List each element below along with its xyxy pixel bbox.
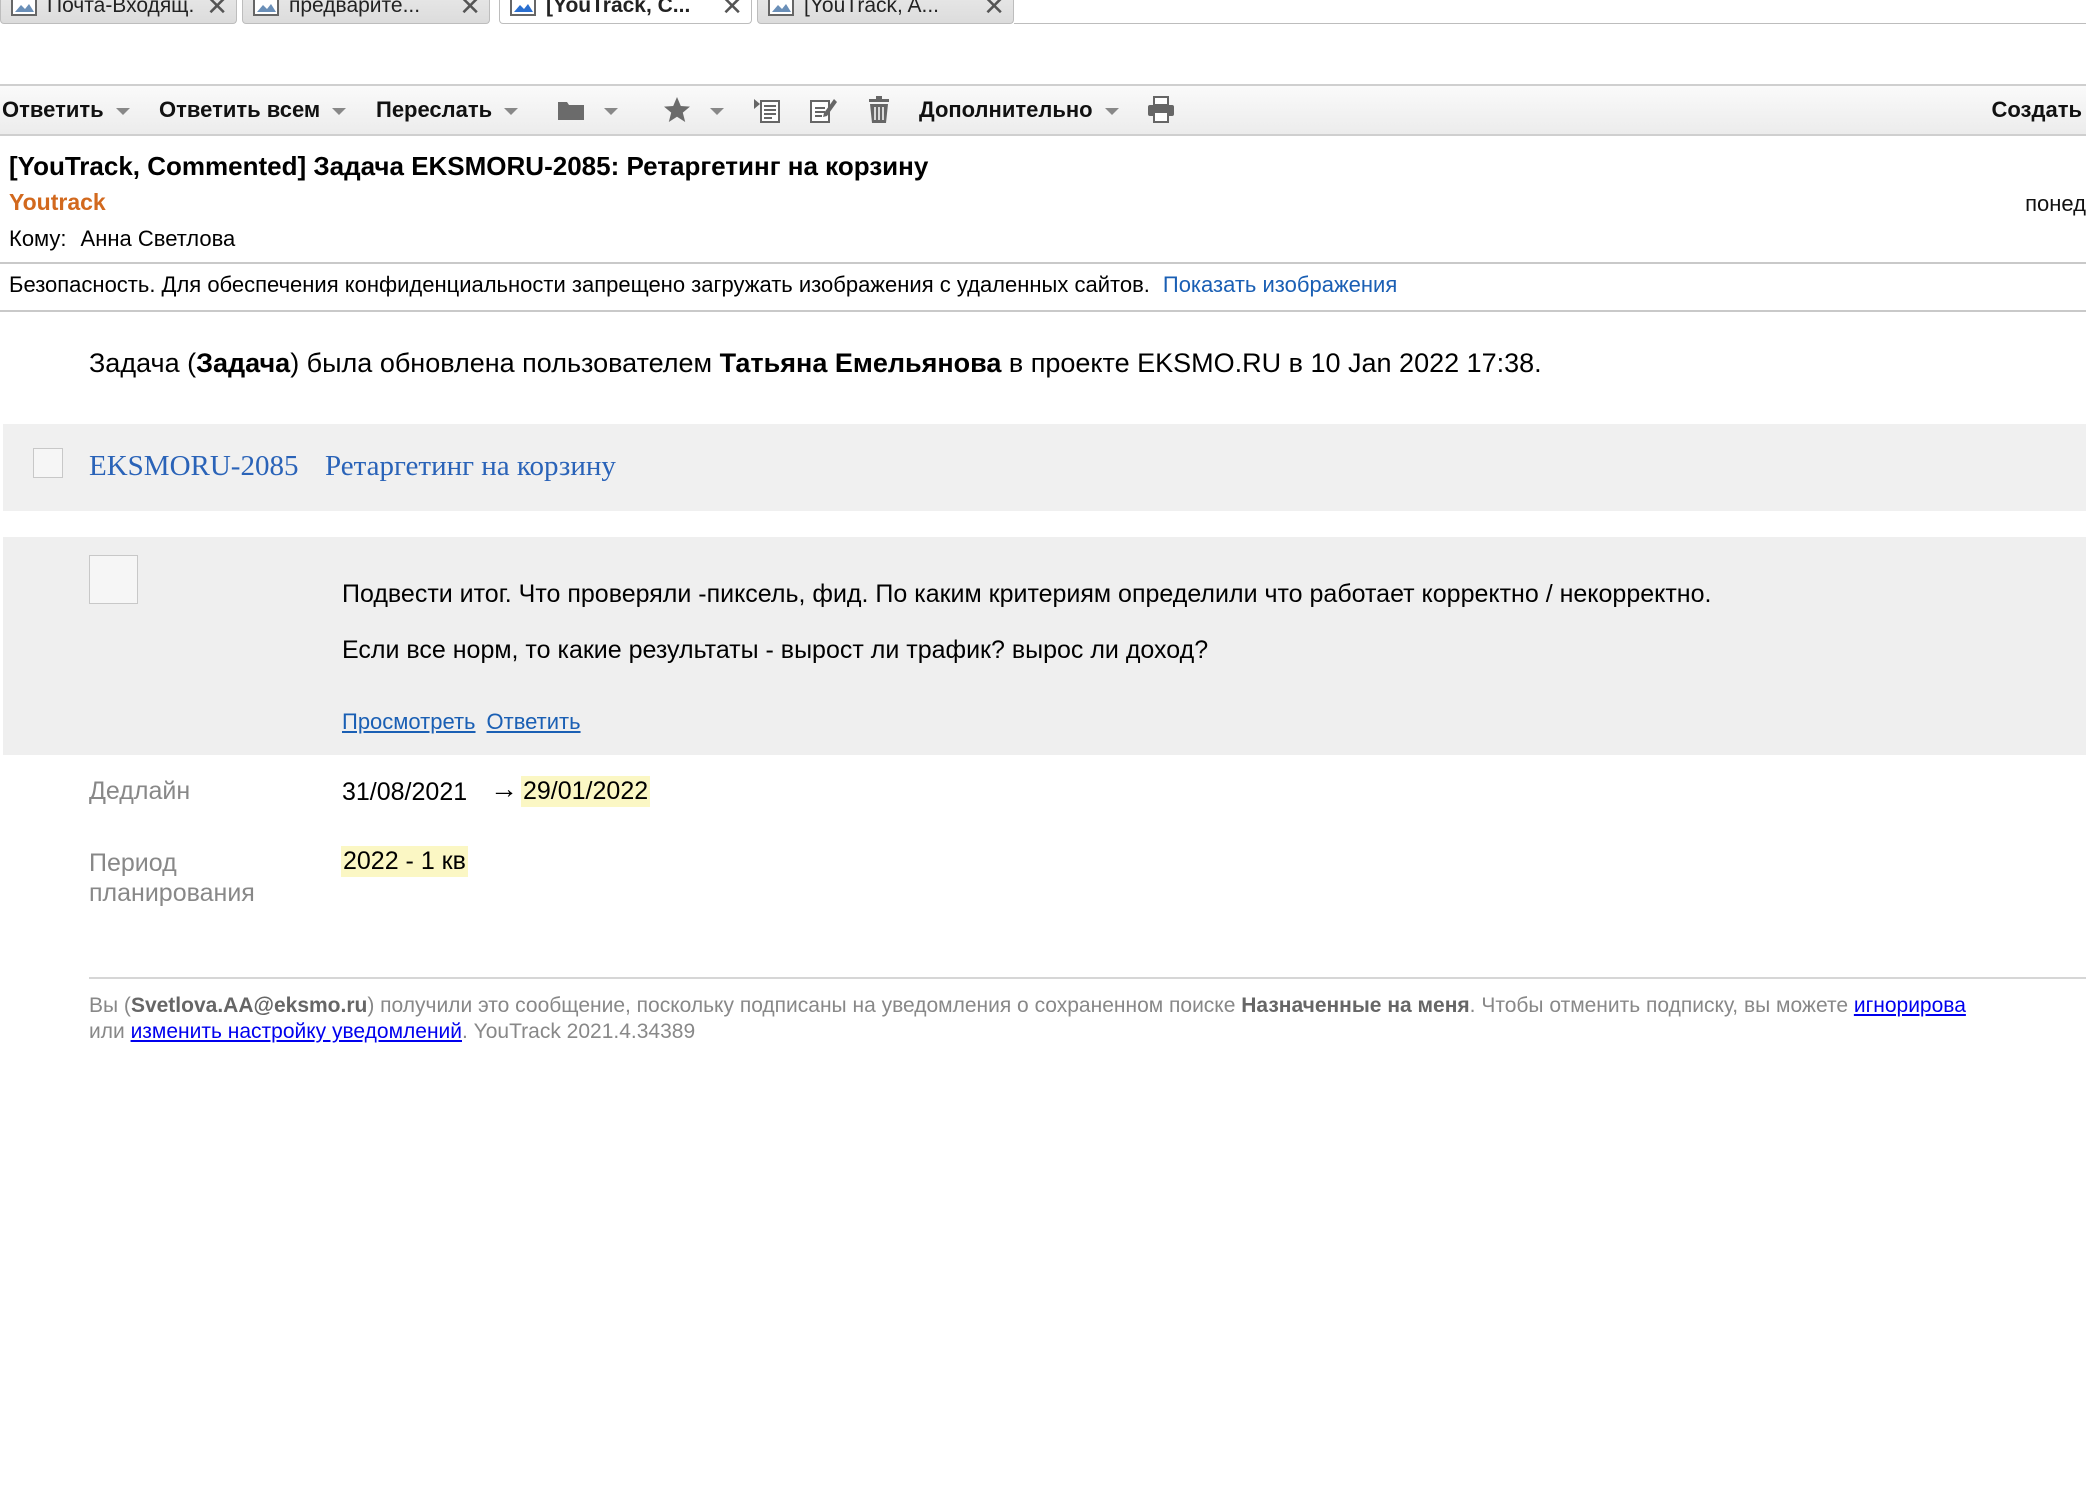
close-icon[interactable]: ✕ xyxy=(206,0,228,19)
footer-line-1: Вы (Svetlova.AA@eksmo.ru) получили это с… xyxy=(89,993,2086,1019)
security-notice: Безопасность. Для обеспечения конфиденци… xyxy=(9,272,1397,298)
footer-text: . YouTrack 2021.4.34389 xyxy=(462,1020,696,1043)
chevron-down-icon[interactable] xyxy=(115,107,130,115)
show-images-link[interactable]: Показать изображения xyxy=(1163,272,1397,297)
tab-youtrack-a[interactable]: [YouTrack, A... ✕ xyxy=(757,0,1014,24)
footer-text: . Чтобы отменить подписку, вы можете xyxy=(1469,994,1854,1017)
image-icon xyxy=(510,0,536,16)
more-button[interactable]: Дополнительно xyxy=(919,86,1119,134)
comment-text: Подвести итог. Что проверяли -пиксель, ф… xyxy=(342,580,1712,608)
avatar xyxy=(89,555,138,604)
footer-text: ) получили это сообщение, поскольку подп… xyxy=(367,994,1242,1017)
tab-inbox[interactable]: Почта-Входящ... ✕ xyxy=(0,0,237,24)
move-icon xyxy=(754,99,780,123)
reply-comment-link[interactable]: Ответить xyxy=(487,709,581,734)
forward-label: Переслать xyxy=(376,97,493,122)
footer-text: Вы ( xyxy=(89,994,131,1017)
tab-preview[interactable]: предварите... ✕ xyxy=(242,0,490,24)
image-icon xyxy=(253,0,279,16)
close-icon[interactable]: ✕ xyxy=(459,0,481,19)
reply-label: Ответить xyxy=(2,97,104,122)
intro-text: ) была обновлена пользователем xyxy=(290,348,720,378)
print-icon xyxy=(1148,96,1174,123)
issue-header: EKSMORU-2085 Ретаргетинг на корзину xyxy=(3,424,2086,511)
intro-text: в проекте EKSMO.RU в 10 Jan 2022 17:38. xyxy=(1001,348,1542,378)
folder-icon xyxy=(558,102,584,120)
to-label: Кому: xyxy=(9,226,67,251)
comment-actions: Просмотреть Ответить xyxy=(342,709,592,735)
header-divider xyxy=(0,310,2086,312)
forward-button[interactable]: Переслать xyxy=(376,86,519,134)
recipient-email: Svetlova.AA@eksmo.ru xyxy=(130,994,368,1017)
tab-label: [YouTrack, A... xyxy=(804,0,940,17)
tab-label: [YouTrack, C... xyxy=(546,0,691,17)
message-sender[interactable]: Youtrack xyxy=(9,189,106,216)
issue-image-placeholder xyxy=(33,448,63,478)
ignore-link[interactable]: игнорирова xyxy=(1854,994,1966,1017)
update-intro: Задача (Задача) была обновлена пользоват… xyxy=(89,348,1542,379)
chevron-down-icon[interactable] xyxy=(710,107,724,115)
notification-footer: Вы (Svetlova.AA@eksmo.ru) получили это с… xyxy=(89,993,2086,1045)
chevron-down-icon[interactable] xyxy=(332,107,347,115)
to-value[interactable]: Анна Светлова xyxy=(81,226,236,251)
print-button[interactable] xyxy=(1146,86,1176,134)
intro-text: Задача ( xyxy=(89,348,197,378)
chevron-down-icon[interactable] xyxy=(504,107,519,115)
saved-search-name: Назначенные на меня xyxy=(1241,994,1470,1017)
reply-all-button[interactable]: Ответить всем xyxy=(159,86,347,134)
tab-label: предварите... xyxy=(289,0,421,17)
tab-youtrack-commented[interactable]: [YouTrack, C... ✕ xyxy=(499,0,752,24)
create-label: Создать xyxy=(1991,97,2082,122)
view-comment-link[interactable]: Просмотреть xyxy=(342,709,476,734)
move-to-folder-button[interactable] xyxy=(556,86,618,134)
header-divider xyxy=(0,262,2086,264)
reply-button[interactable]: Ответить xyxy=(2,86,130,134)
star-icon xyxy=(664,97,690,122)
deadline-label: Дедлайн xyxy=(89,777,191,805)
comment-text: Если все норм, то какие результаты - выр… xyxy=(342,636,1209,664)
planning-period-value: 2022 - 1 кв xyxy=(341,846,468,877)
edit-button[interactable] xyxy=(808,86,838,134)
notification-settings-link[interactable]: изменить настройку уведомлений xyxy=(131,1020,462,1043)
image-icon xyxy=(11,0,37,16)
issue-type: Задача xyxy=(196,348,291,378)
message-recipient: Кому: Анна Светлова xyxy=(9,226,235,252)
trash-icon xyxy=(869,96,889,123)
deadline-old-value: 31/08/2021 xyxy=(342,778,468,806)
updated-by-user: Татьяна Емельянова xyxy=(719,348,1002,378)
chevron-down-icon[interactable] xyxy=(1104,107,1119,115)
issue-title-link[interactable]: Ретаргетинг на корзину xyxy=(325,450,616,483)
message-toolbar: Ответить Ответить всем Переслать Дополни… xyxy=(0,84,2086,136)
footer-divider xyxy=(89,977,2086,979)
security-text: Безопасность. Для обеспечения конфиденци… xyxy=(9,272,1150,297)
reply-all-label: Ответить всем xyxy=(159,97,321,122)
tab-label: Почта-Входящ... xyxy=(47,0,197,17)
create-button[interactable]: Создать xyxy=(1992,86,2082,134)
delete-button[interactable] xyxy=(864,86,894,134)
flag-button[interactable] xyxy=(662,86,724,134)
arrow-right-icon: → xyxy=(490,773,518,804)
tab-strip: Почта-Входящ... ✕ предварите... ✕ [YouTr… xyxy=(0,0,2086,25)
message-subject: [YouTrack, Commented] Задача EKSMORU-208… xyxy=(9,151,929,181)
move-button[interactable] xyxy=(752,86,782,134)
image-icon xyxy=(768,0,794,16)
tab-strip-divider xyxy=(1014,23,2086,24)
message-date: понед xyxy=(2025,191,2086,216)
issue-id-link[interactable]: EKSMORU-2085 xyxy=(89,450,298,483)
close-icon[interactable]: ✕ xyxy=(983,0,1005,19)
more-label: Дополнительно xyxy=(919,97,1093,122)
comment-panel: Подвести итог. Что проверяли -пиксель, ф… xyxy=(3,537,2086,755)
deadline-new-value: 29/01/2022 xyxy=(521,776,651,807)
close-icon[interactable]: ✕ xyxy=(721,0,743,19)
footer-line-2: или изменить настройку уведомлений. YouT… xyxy=(89,1019,2086,1045)
chevron-down-icon[interactable] xyxy=(604,107,618,115)
footer-text: или xyxy=(89,1020,131,1043)
planning-period-label: Период планирования xyxy=(89,849,255,907)
edit-icon xyxy=(810,99,837,123)
